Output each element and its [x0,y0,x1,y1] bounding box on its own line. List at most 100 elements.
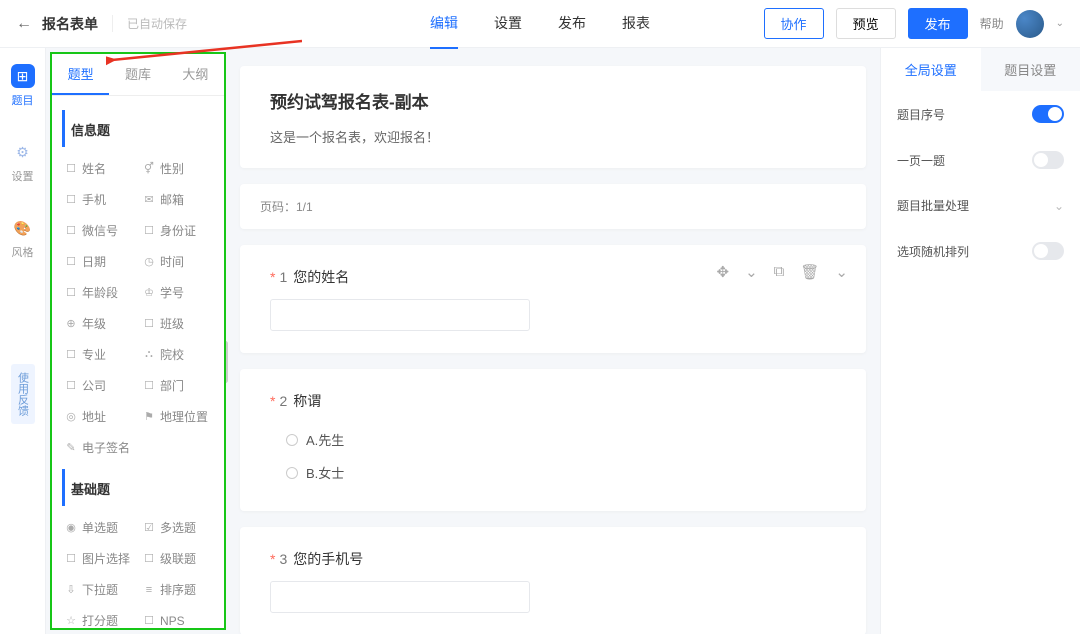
qtype-basic-7[interactable]: ☐NPS [140,605,214,628]
type-icon: ⚥ [142,162,156,175]
panel-tab-types[interactable]: 题型 [52,54,109,95]
question-type-panel: 题型 题库 大纲 信息题 ☐姓名⚥性别☐手机✉邮箱☐微信号☐身份证☐日期◷时间☐… [50,52,226,630]
chevron-down-icon[interactable]: ⌄ [745,263,758,281]
qtype-basic-2[interactable]: ☐图片选择 [62,543,136,574]
avatar-menu-icon[interactable]: ⌄ [1056,18,1064,29]
settings-tab-global[interactable]: 全局设置 [881,48,981,91]
settings-tab-question[interactable]: 题目设置 [981,48,1080,91]
setting-sequence: 题目序号 [881,91,1080,137]
section-info: 信息题 [62,110,214,147]
tab-reports[interactable]: 报表 [622,0,650,49]
autosave-status: 已自动保存 [112,15,187,32]
option-b[interactable]: B.女士 [270,456,836,489]
setting-random: 选项随机排列 [881,228,1080,274]
tab-edit[interactable]: 编辑 [430,0,458,49]
avatar[interactable] [1016,10,1044,38]
grid-icon: ⊞ [11,64,35,88]
type-icon: ⇩ [64,583,78,596]
toggle-random[interactable] [1032,242,1064,260]
collaborate-button[interactable]: 协作 [764,8,824,39]
type-icon: ☑ [142,521,156,534]
type-icon: ☐ [64,255,78,268]
question-2[interactable]: *2称谓 A.先生 B.女士 [240,369,866,511]
setting-onepage: 一页一题 [881,137,1080,183]
text-input[interactable] [270,581,530,613]
tab-publish[interactable]: 发布 [558,0,586,49]
type-icon: ☐ [64,193,78,206]
option-a[interactable]: A.先生 [270,423,836,456]
type-icon: ☐ [142,379,156,392]
scroll-indicator[interactable] [226,341,228,383]
qtype-info-8[interactable]: ☐年龄段 [62,277,136,308]
qtype-basic-0[interactable]: ◉单选题 [62,512,136,543]
rail-settings[interactable]: ⚙ 设置 [11,140,35,184]
form-header-card[interactable]: 预约试驾报名表-副本 这是一个报名表，欢迎报名！ [240,66,866,168]
type-icon: ☐ [64,286,78,299]
toggle-sequence[interactable] [1032,105,1064,123]
type-icon: ✎ [64,441,78,454]
qtype-info-18[interactable]: ✎电子签名 [62,432,136,463]
qtype-info-14[interactable]: ☐公司 [62,370,136,401]
move-icon[interactable]: ✥ [717,263,730,281]
tab-settings[interactable]: 设置 [494,0,522,49]
qtype-info-12[interactable]: ☐专业 [62,339,136,370]
qtype-info-16[interactable]: ◎地址 [62,401,136,432]
qtype-basic-1[interactable]: ☑多选题 [140,512,214,543]
qtype-info-3[interactable]: ✉邮箱 [140,184,214,215]
type-icon: ⛬ [142,348,156,361]
qtype-info-2[interactable]: ☐手机 [62,184,136,215]
qtype-info-17[interactable]: ⚑地理位置 [140,401,214,432]
qtype-info-15[interactable]: ☐部门 [140,370,214,401]
rail-questions[interactable]: ⊞ 题目 [11,64,35,108]
publish-button[interactable]: 发布 [908,8,968,39]
type-icon: ☐ [64,348,78,361]
form-description: 这是一个报名表，欢迎报名！ [270,127,836,146]
qtype-info-13[interactable]: ⛬院校 [140,339,214,370]
panel-tab-outline[interactable]: 大纲 [167,54,224,95]
text-input[interactable] [270,299,530,331]
radio-icon [286,467,298,479]
rail-theme[interactable]: 🎨 风格 [11,216,35,260]
type-icon: ☐ [142,614,156,627]
settings-panel: 全局设置 题目设置 题目序号 一页一题 题目批量处理 ⌄ 选项随机排列 [880,48,1080,634]
qtype-basic-3[interactable]: ☐级联题 [140,543,214,574]
type-icon: ☐ [64,224,78,237]
qtype-info-10[interactable]: ⊕年级 [62,308,136,339]
radio-icon [286,434,298,446]
qtype-info-7[interactable]: ◷时间 [140,246,214,277]
qtype-info-5[interactable]: ☐身份证 [140,215,214,246]
chevron-down-icon: ⌄ [1054,199,1064,213]
qtype-info-6[interactable]: ☐日期 [62,246,136,277]
preview-button[interactable]: 预览 [836,8,896,39]
palette-icon: 🎨 [11,216,35,240]
qtype-basic-5[interactable]: ≡排序题 [140,574,214,605]
top-nav: 编辑 设置 发布 报表 [430,0,650,49]
qtype-info-9[interactable]: ♔学号 [140,277,214,308]
copy-icon[interactable]: ⧉ [774,263,785,281]
left-rail: ⊞ 题目 ⚙ 设置 🎨 风格 使用反馈 [0,48,46,634]
gear-icon: ⚙ [11,140,35,164]
back-button[interactable]: ← [16,15,32,33]
type-icon: ♔ [142,286,156,299]
chevron-down-icon[interactable]: ⌄ [835,263,848,281]
delete-icon[interactable]: 🗑 [800,263,819,281]
qtype-basic-6[interactable]: ☆打分题 [62,605,136,628]
qtype-basic-4[interactable]: ⇩下拉题 [62,574,136,605]
qtype-info-4[interactable]: ☐微信号 [62,215,136,246]
form-title: 预约试驾报名表-副本 [270,88,836,113]
form-canvas: 预约试驾报名表-副本 这是一个报名表，欢迎报名！ 页码：1/1 *1您的姓名 ✥… [226,48,880,634]
qtype-info-1[interactable]: ⚥性别 [140,153,214,184]
form-name[interactable]: 报名表单 [42,14,98,34]
panel-tab-library[interactable]: 题库 [109,54,166,95]
type-icon: ✉ [142,193,156,206]
qtype-info-11[interactable]: ☐班级 [140,308,214,339]
question-1[interactable]: *1您的姓名 ✥ ⌄ ⧉ 🗑 ⌄ [240,245,866,353]
question-3[interactable]: *3您的手机号 [240,527,866,634]
help-link[interactable]: 帮助 [980,15,1004,32]
feedback-tab[interactable]: 使用反馈 [11,364,35,424]
setting-batch[interactable]: 题目批量处理 ⌄ [881,183,1080,228]
toggle-onepage[interactable] [1032,151,1064,169]
qtype-info-0[interactable]: ☐姓名 [62,153,136,184]
type-icon: ☆ [64,614,78,627]
app-header: ← 报名表单 已自动保存 编辑 设置 发布 报表 协作 预览 发布 帮助 ⌄ [0,0,1080,48]
